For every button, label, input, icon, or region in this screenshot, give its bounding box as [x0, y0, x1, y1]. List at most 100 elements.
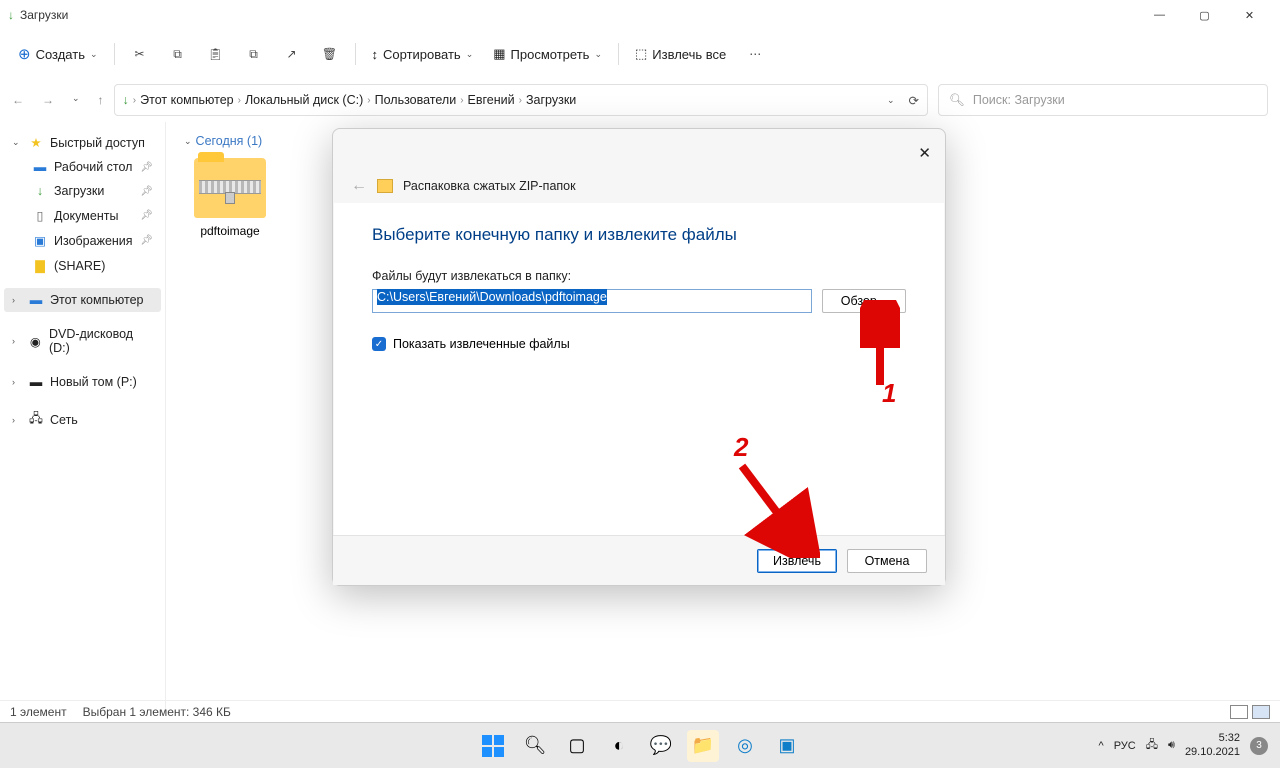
rename-icon[interactable]: ⧉: [237, 37, 271, 71]
browse-button[interactable]: Обзор...: [822, 289, 906, 313]
view-icon: ▦: [493, 46, 505, 62]
paste-icon[interactable]: 📋︎: [199, 37, 233, 71]
view-label: Просмотреть: [511, 47, 590, 62]
titlebar: ↓ Загрузки — ▢ ✕: [0, 0, 1280, 30]
chevron-down-icon: ⌄: [90, 49, 98, 60]
dialog-label: Файлы будут извлекаться в папку:: [372, 269, 906, 283]
breadcrumb[interactable]: Пользователи: [375, 93, 457, 107]
quick-access[interactable]: ⌄ ★ Быстрый доступ: [4, 130, 161, 155]
file-item-pdftoimage[interactable]: pdftoimage: [184, 158, 276, 238]
cancel-button[interactable]: Отмена: [847, 549, 927, 573]
up-button[interactable]: ↑: [98, 93, 104, 107]
sidebar: ⌄ ★ Быстрый доступ ▬Рабочий стол📌︎ ↓Загр…: [0, 122, 165, 712]
annotation-number-1: 1: [882, 378, 896, 409]
extract-label: Извлечь все: [652, 47, 726, 62]
delete-icon[interactable]: 🗑︎: [313, 37, 347, 71]
taskbar: 🔍︎ ▢ ◐ 💬 📁 ◎ ▣ ^ РУС 🖧︎ 🔊︎ 5:32 29.10.20…: [0, 722, 1280, 768]
chevron-down-icon: ⌄: [594, 49, 602, 60]
chevron-down-icon: ⌄: [12, 137, 22, 148]
breadcrumb[interactable]: Этот компьютер: [140, 93, 233, 107]
taskview-icon[interactable]: ▢: [561, 730, 593, 762]
chevron-right-icon: ›: [12, 377, 22, 387]
disc-icon: ◉: [28, 334, 43, 349]
sort-label: Сортировать: [383, 47, 461, 62]
breadcrumb[interactable]: Локальный диск (C:): [245, 93, 363, 107]
cut-icon[interactable]: ✂: [123, 37, 157, 71]
explorer-icon[interactable]: 📁: [687, 730, 719, 762]
annotation-number-2: 2: [734, 432, 748, 463]
create-label: Создать: [36, 47, 85, 62]
chevron-down-icon[interactable]: ⌄: [887, 95, 895, 106]
notification-badge[interactable]: 3: [1250, 737, 1268, 755]
copy-icon[interactable]: ⧉: [161, 37, 195, 71]
search-input[interactable]: 🔍︎ Поиск: Загрузки: [938, 84, 1268, 116]
sidebar-item-share[interactable]: ▇(SHARE): [4, 253, 161, 278]
item-count: 1 элемент: [10, 705, 67, 719]
chevron-right-icon: ›: [12, 415, 22, 425]
extract-icon: ⬚: [635, 46, 647, 62]
language-indicator[interactable]: РУС: [1114, 740, 1136, 752]
share-icon[interactable]: ↗: [275, 37, 309, 71]
store-icon[interactable]: ▣: [771, 730, 803, 762]
image-icon: ▣: [32, 233, 48, 248]
sidebar-item-documents[interactable]: ▯Документы📌︎: [4, 203, 161, 228]
breadcrumb[interactable]: Загрузки: [526, 93, 576, 107]
selection-info: Выбран 1 элемент: 346 КБ: [83, 705, 231, 719]
sidebar-item-desktop[interactable]: ▬Рабочий стол📌︎: [4, 155, 161, 179]
dialog-title: Распаковка сжатых ZIP-папок: [403, 179, 576, 193]
chevron-down-icon[interactable]: ⌄: [72, 93, 80, 107]
new-button[interactable]: ⊕ Создать ⌄: [10, 37, 106, 71]
back-icon[interactable]: ←: [351, 177, 367, 195]
download-icon: ↓: [123, 93, 129, 107]
window-title: Загрузки: [20, 8, 68, 22]
drive-icon: ▬: [28, 375, 44, 389]
clock[interactable]: 5:32 29.10.2021: [1185, 732, 1240, 758]
nav-row: ← → ⌄ ↑ ↓ › Этот компьютер› Локальный ди…: [0, 78, 1280, 122]
sidebar-item-volume[interactable]: ›▬Новый том (P:): [4, 370, 161, 394]
address-bar[interactable]: ↓ › Этот компьютер› Локальный диск (C:)›…: [114, 84, 928, 116]
sidebar-item-network[interactable]: ›🖧︎Сеть: [4, 404, 161, 435]
view-list-icon[interactable]: [1230, 705, 1248, 719]
search-icon: 🔍︎: [949, 93, 965, 108]
quick-access-label: Быстрый доступ: [50, 136, 145, 150]
forward-button[interactable]: →: [42, 93, 54, 107]
sidebar-item-this-pc[interactable]: ›▬Этот компьютер: [4, 288, 161, 312]
edge-icon[interactable]: ◎: [729, 730, 761, 762]
start-button[interactable]: [477, 730, 509, 762]
checkbox-icon: ✓: [372, 337, 386, 351]
sidebar-item-downloads[interactable]: ↓Загрузки📌︎: [4, 179, 161, 203]
network-icon[interactable]: 🖧︎: [1146, 736, 1158, 755]
extract-all-button[interactable]: ⬚ Извлечь все: [627, 37, 734, 71]
download-icon: ↓: [32, 184, 48, 198]
search-placeholder: Поиск: Загрузки: [973, 93, 1065, 107]
network-icon: 🖧︎: [28, 409, 44, 430]
widgets-icon[interactable]: ◐: [603, 730, 635, 762]
close-icon[interactable]: ✕: [918, 144, 931, 162]
search-icon[interactable]: 🔍︎: [519, 730, 551, 762]
zip-folder-icon: [194, 158, 266, 218]
show-extracted-checkbox[interactable]: ✓ Показать извлеченные файлы: [372, 337, 906, 351]
sort-icon: ↕: [372, 47, 379, 62]
folder-icon: ▇: [32, 258, 48, 273]
sort-button[interactable]: ↕ Сортировать ⌄: [364, 37, 482, 71]
sidebar-item-pictures[interactable]: ▣Изображения📌︎: [4, 228, 161, 253]
view-button[interactable]: ▦ Просмотреть ⌄: [485, 37, 610, 71]
plus-icon: ⊕: [18, 45, 31, 63]
view-grid-icon[interactable]: [1252, 705, 1270, 719]
tray-chevron-icon[interactable]: ^: [1099, 740, 1104, 752]
extract-button[interactable]: Извлечь: [757, 549, 837, 573]
destination-input[interactable]: C:\Users\Евгений\Downloads\pdftoimage: [372, 289, 812, 313]
refresh-icon[interactable]: ⟳: [909, 93, 919, 108]
minimize-button[interactable]: —: [1137, 0, 1182, 30]
breadcrumb[interactable]: Евгений: [468, 93, 515, 107]
chat-icon[interactable]: 💬: [645, 730, 677, 762]
chevron-down-icon: ⌄: [466, 49, 474, 60]
more-icon[interactable]: ⋯: [738, 37, 772, 71]
close-button[interactable]: ✕: [1227, 0, 1272, 30]
sidebar-item-dvd[interactable]: ›◉DVD-дисковод (D:): [4, 322, 161, 360]
desktop-icon: ▬: [32, 160, 48, 174]
maximize-button[interactable]: ▢: [1182, 0, 1227, 30]
volume-icon[interactable]: 🔊︎: [1168, 739, 1175, 752]
back-button[interactable]: ←: [12, 93, 24, 107]
file-label: pdftoimage: [184, 224, 276, 238]
